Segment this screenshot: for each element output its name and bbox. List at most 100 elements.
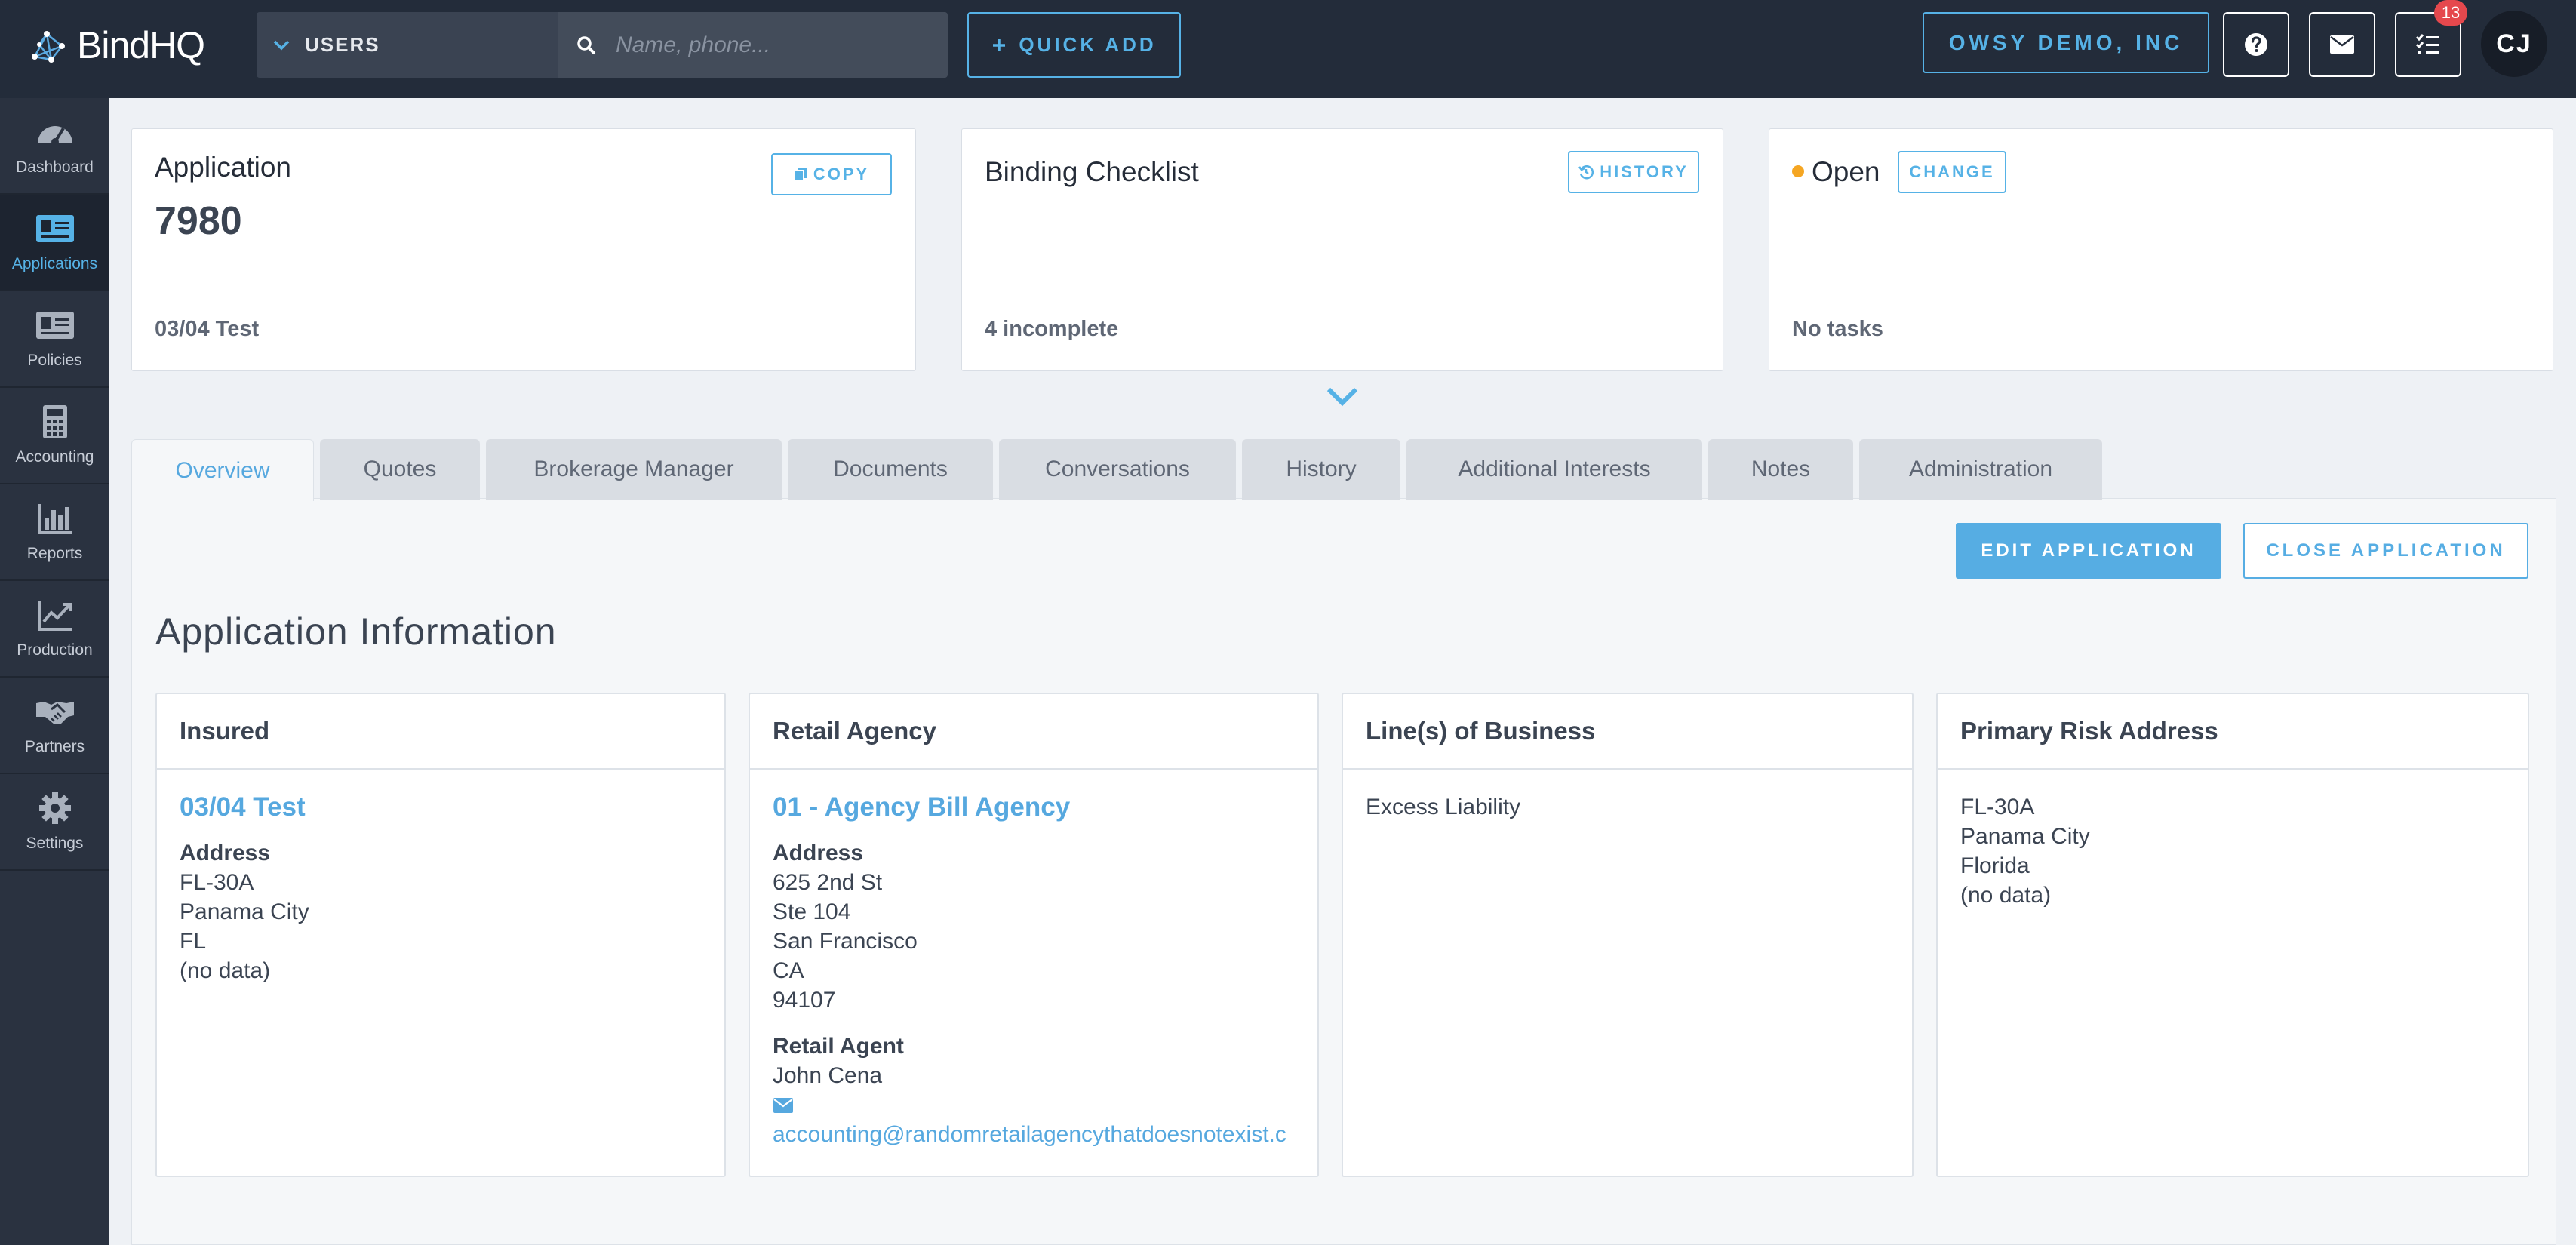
tab-quotes[interactable]: Quotes	[320, 439, 480, 500]
sidebar-item-accounting[interactable]: Accounting	[0, 388, 109, 484]
company-switcher-button[interactable]: OWSY DEMO, INC	[1923, 12, 2209, 73]
logo-text: BindHQ	[77, 24, 205, 66]
status-dot	[1792, 165, 1804, 177]
expand-chevron-icon[interactable]	[1326, 385, 1359, 407]
sidebar-item-production[interactable]: Production	[0, 581, 109, 678]
tasks-count-badge: 13	[2434, 0, 2467, 26]
primary-risk-address-panel: Primary Risk Address FL-30A Panama City …	[1936, 693, 2529, 1177]
address-line: Panama City	[1960, 824, 2090, 849]
edit-application-button[interactable]: EDIT APPLICATION	[1956, 523, 2221, 579]
sidebar-item-partners[interactable]: Partners	[0, 678, 109, 774]
messages-button[interactable]	[2309, 12, 2375, 77]
address-line: FL-30A	[1960, 795, 2035, 819]
plus-icon	[993, 38, 1006, 51]
address-line: (no data)	[1960, 883, 2052, 908]
panel-heading: Line(s) of Business	[1343, 694, 1912, 770]
policy-card-icon	[35, 312, 74, 339]
line-chart-icon	[37, 601, 72, 631]
checklist-status: 4 incomplete	[985, 317, 1119, 341]
help-icon	[2245, 33, 2267, 56]
handshake-icon	[35, 702, 74, 724]
tab-documents[interactable]: Documents	[788, 439, 993, 500]
search-input[interactable]	[616, 32, 933, 58]
lines-of-business-panel: Line(s) of Business Excess Liability	[1342, 693, 1914, 1177]
bindhq-logo[interactable]: BindHQ	[29, 23, 205, 68]
search-scope-select[interactable]: USERS	[257, 12, 558, 78]
sidebar-item-label: Accounting	[15, 448, 94, 466]
sidebar-item-label: Settings	[26, 835, 84, 852]
insured-name-link[interactable]: 03/04 Test	[180, 792, 702, 822]
address-label: Address	[773, 841, 864, 865]
application-card-icon	[35, 215, 74, 242]
tasks-status: No tasks	[1792, 317, 1883, 341]
tasks-button[interactable]: 13	[2395, 0, 2467, 77]
sidebar-item-applications[interactable]: Applications	[0, 195, 109, 291]
panel-heading: Insured	[157, 694, 724, 770]
sidebar-item-label: Reports	[26, 545, 83, 562]
mail-icon	[2330, 35, 2354, 54]
calculator-icon	[42, 405, 67, 438]
copy-icon	[793, 168, 807, 182]
sidebar-item-label: Policies	[27, 352, 82, 369]
retail-agent-email-link[interactable]: accounting@randomretailagencythatdoesnot…	[773, 1120, 1295, 1149]
address-line: Ste 104	[773, 899, 851, 924]
bar-chart-icon	[37, 504, 72, 534]
tab-overview[interactable]: Overview	[131, 439, 314, 501]
address-label: Address	[180, 841, 271, 865]
gauge-icon	[37, 126, 72, 146]
sidebar-item-dashboard[interactable]: Dashboard	[0, 98, 109, 195]
history-button[interactable]: HISTORY	[1568, 151, 1699, 193]
sidebar-item-reports[interactable]: Reports	[0, 484, 109, 581]
application-number: 7980	[155, 199, 242, 243]
sidebar-item-label: Applications	[11, 255, 98, 272]
chevron-down-icon	[273, 40, 290, 50]
insured-panel: Insured 03/04 Test Address FL-30A Panama…	[155, 693, 726, 1177]
line-of-business-value: Excess Liability	[1366, 795, 1521, 819]
history-icon	[1578, 165, 1594, 180]
copy-button[interactable]: COPY	[771, 153, 892, 195]
quick-add-label: QUICK ADD	[1019, 33, 1157, 56]
address-line: FL-30A	[180, 870, 254, 895]
section-title: Application Information	[155, 610, 557, 653]
tab-administration[interactable]: Administration	[1859, 439, 2102, 500]
tasks-icon	[2415, 34, 2439, 54]
panel-heading: Primary Risk Address	[1938, 694, 2528, 770]
address-line: FL	[180, 929, 207, 954]
global-search: USERS	[257, 12, 948, 78]
status-card: Open CHANGE No tasks	[1769, 128, 2553, 371]
status-label: Open	[1812, 156, 1880, 187]
address-line: 625 2nd St	[773, 870, 883, 895]
search-scope-label: USERS	[305, 33, 380, 56]
binding-checklist-card: Binding Checklist HISTORY 4 incomplete	[961, 128, 1723, 371]
address-line: (no data)	[180, 958, 271, 983]
address-line: Panama City	[180, 899, 309, 924]
tab-history[interactable]: History	[1242, 439, 1400, 500]
tab-brokerage-manager[interactable]: Brokerage Manager	[486, 439, 782, 500]
card-title: Binding Checklist	[985, 156, 1199, 187]
tab-additional-interests[interactable]: Additional Interests	[1406, 439, 1702, 500]
application-insured-name: 03/04 Test	[155, 317, 260, 341]
retail-agency-panel: Retail Agency 01 - Agency Bill Agency Ad…	[749, 693, 1319, 1177]
help-button[interactable]	[2223, 12, 2289, 77]
top-bar: BindHQ USERS QUICK ADD OWSY DEMO, INC 13…	[0, 0, 2576, 98]
history-button-label: HISTORY	[1600, 162, 1689, 181]
user-avatar[interactable]: CJ	[2481, 11, 2547, 77]
email-icon[interactable]	[773, 1097, 794, 1114]
sidebar-item-label: Production	[17, 641, 93, 659]
close-application-button[interactable]: CLOSE APPLICATION	[2243, 523, 2528, 579]
tab-notes[interactable]: Notes	[1708, 439, 1853, 500]
search-icon	[577, 35, 595, 54]
retail-agent-name: John Cena	[773, 1063, 883, 1088]
card-title: Application	[155, 152, 292, 183]
sidebar-item-label: Partners	[24, 738, 85, 755]
panel-heading: Retail Agency	[750, 694, 1317, 770]
sidebar-item-label: Dashboard	[16, 158, 94, 176]
agency-name-link[interactable]: 01 - Agency Bill Agency	[773, 792, 1295, 822]
change-status-button[interactable]: CHANGE	[1898, 151, 2006, 193]
quick-add-button[interactable]: QUICK ADD	[967, 12, 1181, 78]
search-box	[558, 12, 948, 78]
sidebar-item-settings[interactable]: Settings	[0, 774, 109, 871]
tab-conversations[interactable]: Conversations	[999, 439, 1236, 500]
network-logo-icon	[32, 31, 65, 63]
sidebar-item-policies[interactable]: Policies	[0, 291, 109, 388]
